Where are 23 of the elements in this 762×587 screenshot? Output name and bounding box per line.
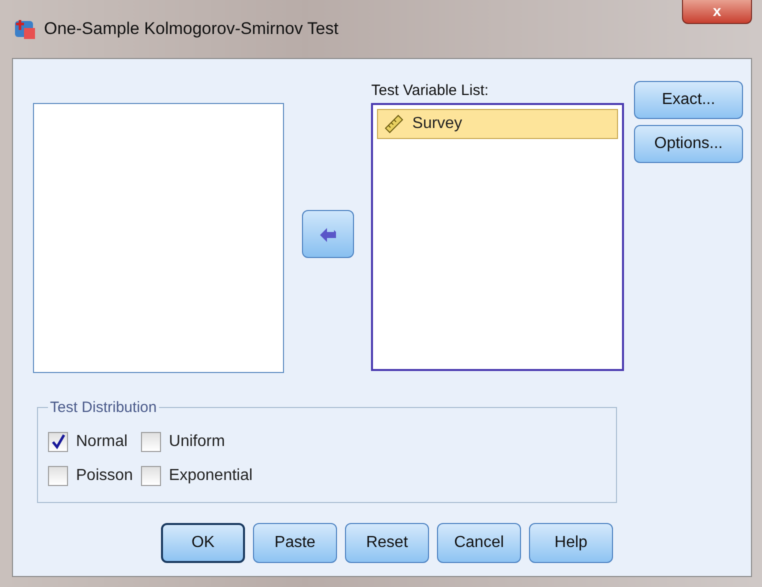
checkbox-option[interactable]: Poisson — [48, 466, 133, 486]
app-icon — [14, 18, 36, 40]
checkbox-option[interactable]: Uniform — [140, 432, 253, 452]
dialog-button[interactable]: Paste — [253, 523, 337, 563]
checkbox[interactable] — [48, 466, 68, 486]
dialog-button[interactable]: Help — [529, 523, 613, 563]
checkbox[interactable] — [140, 432, 161, 452]
checkbox-option[interactable]: Normal — [48, 432, 133, 452]
dialog-button[interactable]: Options... — [634, 125, 743, 163]
dialog-button[interactable]: Cancel — [437, 523, 521, 563]
window-title: One-Sample Kolmogorov-Smirnov Test — [44, 19, 338, 39]
test-variable-list[interactable]: Survey — [371, 103, 624, 371]
move-button[interactable] — [302, 210, 354, 258]
arrow-icon — [318, 226, 336, 242]
group-title: Test Distribution — [49, 399, 158, 416]
variable-item[interactable]: Survey — [377, 109, 618, 139]
checkbox[interactable] — [48, 432, 68, 452]
dialog-button[interactable]: Exact... — [634, 81, 743, 119]
checkbox-option[interactable]: Exponential — [140, 466, 253, 486]
dialog-button[interactable]: Reset — [345, 523, 429, 563]
dialog-button[interactable]: OK — [161, 523, 245, 563]
list-label: Test Variable List: — [371, 81, 490, 101]
checkbox[interactable] — [140, 466, 161, 486]
